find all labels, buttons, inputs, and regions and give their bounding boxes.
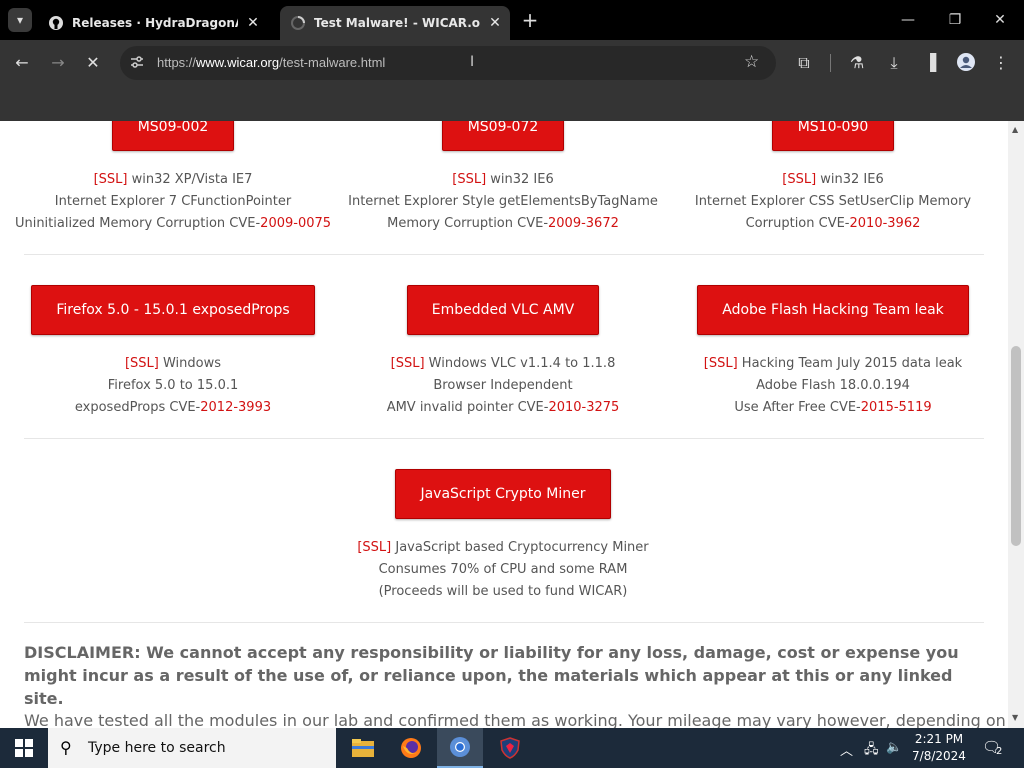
divider	[24, 438, 984, 439]
ssl-link[interactable]: [SSL]	[704, 356, 738, 371]
forward-arrow-icon[interactable]: →	[47, 52, 69, 74]
minimize-icon[interactable]: —	[896, 10, 920, 30]
ms09-072-button[interactable]: MS09-072	[441, 121, 565, 151]
loading-spinner-icon	[290, 15, 306, 31]
embedded-vlc-amv-button[interactable]: Embedded VLC AMV	[406, 285, 600, 335]
cve-link[interactable]: 2009-0075	[260, 216, 331, 231]
ssl-link[interactable]: [SSL]	[452, 172, 486, 187]
back-arrow-icon[interactable]: ←	[11, 52, 33, 74]
download-icon[interactable]: ⤓	[883, 52, 905, 74]
exploit-card: Embedded VLC AMV [SSL] Windows VLC v1.1.…	[338, 285, 668, 419]
volume-muted-icon[interactable]: 🔈	[886, 740, 902, 755]
cve-link[interactable]: 2012-3993	[200, 400, 271, 415]
ssl-link[interactable]: [SSL]	[391, 356, 425, 371]
ssl-link[interactable]: [SSL]	[94, 172, 128, 187]
page-content: MS09-002 [SSL] win32 XP/Vista IE7 Intern…	[0, 121, 1008, 728]
divider	[24, 254, 984, 255]
exploit-card: Adobe Flash Hacking Team leak [SSL] Hack…	[668, 285, 998, 419]
windows-start-button[interactable]	[0, 728, 48, 768]
cve-link[interactable]: 2009-3672	[548, 216, 619, 231]
chrome-icon[interactable]	[437, 728, 483, 768]
exploit-description: [SSL] Windows Firefox 5.0 to 15.0.1 expo…	[74, 356, 272, 415]
tray-chevron-up-icon[interactable]: ︿	[840, 740, 853, 759]
exploit-card: MS10-090 [SSL] win32 IE6 Internet Explor…	[668, 121, 998, 235]
system-clock[interactable]: 2:21 PM 7/8/2024	[908, 731, 970, 765]
exploit-description: [SSL] win32 IE6 Internet Explorer Style …	[348, 172, 658, 231]
page-scrollbar[interactable]: ▲ ▼	[1008, 121, 1024, 728]
tab-releases[interactable]: Releases · HydraDragonAntivir ✕	[38, 6, 274, 40]
menu-kebab-icon[interactable]: ⋮	[990, 52, 1012, 74]
clock-date: 7/8/2024	[912, 749, 966, 763]
tested-text: We have tested all the modules in our la…	[24, 711, 1006, 728]
tab-title: Test Malware! - WICAR.org - Te	[314, 16, 480, 30]
bookmarks-bar-area	[0, 86, 1024, 121]
search-icon: ⚲	[60, 738, 72, 757]
extensions-icon[interactable]: ⧉	[793, 52, 815, 74]
url-text[interactable]: https://www.wicar.org/test-malware.html	[157, 55, 385, 70]
scrollbar-thumb[interactable]	[1011, 346, 1021, 546]
file-explorer-icon[interactable]	[340, 728, 386, 768]
notification-count: 2	[996, 746, 1003, 757]
close-icon[interactable]: ✕	[244, 14, 262, 32]
exploit-description: [SSL] win32 IE6 Internet Explorer CSS Se…	[694, 172, 972, 231]
antivirus-shield-icon[interactable]	[487, 728, 533, 768]
side-panel-icon[interactable]: ▐	[919, 52, 941, 74]
address-bar[interactable]: https://www.wicar.org/test-malware.html …	[120, 46, 776, 80]
cve-link[interactable]: 2010-3275	[548, 400, 619, 415]
tab-strip: ▾ Releases · HydraDragonAntivir ✕ Test M…	[0, 0, 1024, 40]
exploit-card: MS09-002 [SSL] win32 XP/Vista IE7 Intern…	[8, 121, 338, 235]
browser-toolbar: ← → ✕ https://www.wicar.org/test-malware…	[0, 40, 1024, 86]
clock-time: 2:21 PM	[914, 732, 964, 746]
tab-search-button[interactable]: ▾	[8, 8, 32, 32]
profile-avatar-icon[interactable]	[955, 52, 977, 74]
exploit-card: JavaScript Crypto Miner [SSL] JavaScript…	[338, 469, 668, 603]
exploit-card: MS09-072 [SSL] win32 IE6 Internet Explor…	[338, 121, 668, 235]
search-placeholder: Type here to search	[88, 740, 226, 756]
toolbar-divider	[830, 54, 831, 72]
ms10-090-button[interactable]: MS10-090	[771, 121, 895, 151]
bookmark-star-icon[interactable]: ☆	[744, 52, 759, 72]
exploit-description: [SSL] Windows VLC v1.1.4 to 1.1.8 Browse…	[386, 356, 620, 415]
labs-flask-icon[interactable]: ⚗	[846, 52, 868, 74]
ssl-link[interactable]: [SSL]	[125, 356, 159, 371]
tab-test-malware[interactable]: Test Malware! - WICAR.org - Te ✕	[280, 6, 510, 40]
close-window-icon[interactable]: ✕	[988, 10, 1012, 30]
divider	[24, 622, 984, 623]
exploit-description: [SSL] win32 XP/Vista IE7 Internet Explor…	[14, 172, 332, 231]
windows-taskbar: ⚲ Type here to search ︿ 🖧 🔈 2:21 PM 7/8/…	[0, 728, 1024, 768]
ssl-link[interactable]: [SSL]	[357, 540, 391, 555]
restore-icon[interactable]: ❐	[943, 10, 967, 30]
cve-link[interactable]: 2010-3962	[850, 216, 921, 231]
firefox-exposedprops-button[interactable]: Firefox 5.0 - 15.0.1 exposedProps	[31, 285, 315, 335]
new-tab-button[interactable]: +	[518, 10, 542, 30]
scroll-down-icon[interactable]: ▼	[1012, 713, 1018, 722]
adobe-flash-hacking-team-button[interactable]: Adobe Flash Hacking Team leak	[697, 285, 969, 335]
text-cursor-icon: I	[470, 54, 475, 70]
close-icon[interactable]: ✕	[486, 14, 504, 32]
github-icon	[48, 15, 64, 31]
scroll-up-icon[interactable]: ▲	[1012, 125, 1018, 134]
disclaimer-text: DISCLAIMER: We cannot accept any respons…	[24, 643, 959, 708]
site-info-icon[interactable]	[129, 54, 145, 70]
exploit-description: [SSL] Hacking Team July 2015 data leak A…	[703, 356, 963, 415]
cve-link[interactable]: 2015-5119	[861, 400, 932, 415]
windows-logo-icon	[15, 739, 33, 757]
javascript-crypto-miner-button[interactable]: JavaScript Crypto Miner	[395, 469, 611, 519]
ms09-002-button[interactable]: MS09-002	[111, 121, 235, 151]
chevron-down-icon: ▾	[16, 13, 24, 27]
taskbar-search-box[interactable]: ⚲ Type here to search	[48, 728, 336, 768]
firefox-icon[interactable]	[388, 728, 434, 768]
stop-loading-icon[interactable]: ✕	[82, 52, 104, 74]
tab-title: Releases · HydraDragonAntivir	[72, 16, 238, 30]
ssl-link[interactable]: [SSL]	[782, 172, 816, 187]
exploit-description: [SSL] JavaScript based Cryptocurrency Mi…	[357, 540, 649, 599]
exploit-card: Firefox 5.0 - 15.0.1 exposedProps [SSL] …	[8, 285, 338, 419]
network-icon[interactable]: 🖧	[864, 740, 879, 762]
